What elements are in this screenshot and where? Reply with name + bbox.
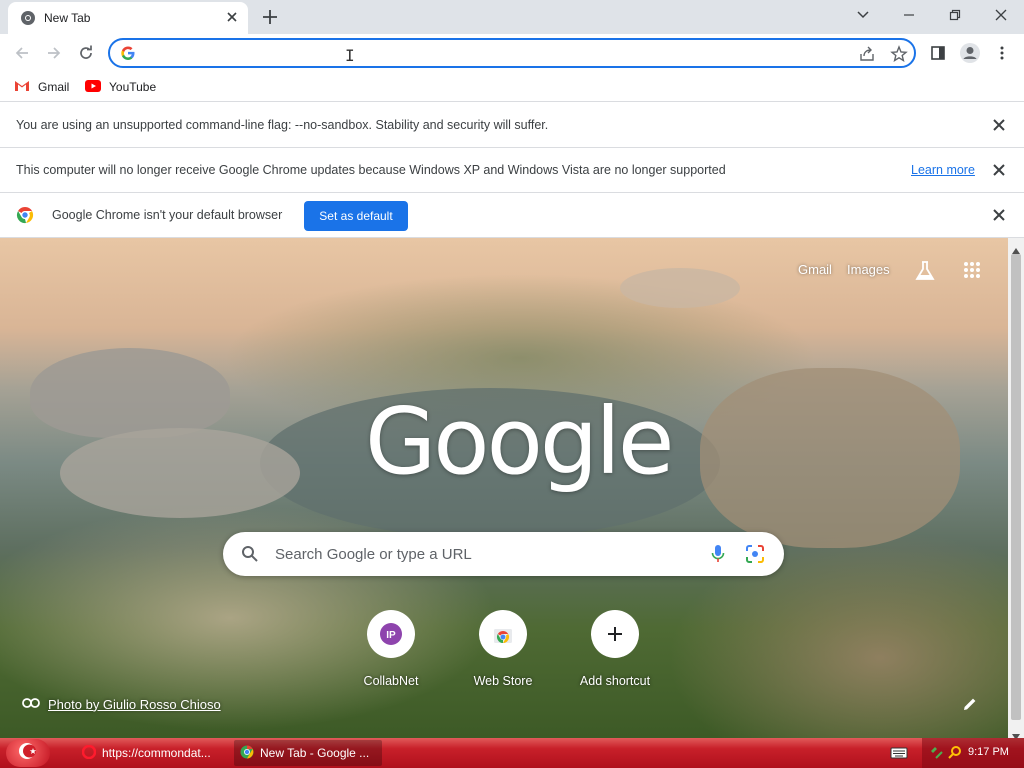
- toolbar: I: [0, 34, 1024, 72]
- taskbar: https://commondat... New Tab - Google ..…: [0, 738, 1024, 768]
- taskbar-item-label: New Tab - Google ...: [260, 746, 370, 760]
- chrome-tab-icon: [20, 10, 36, 31]
- learn-more-link[interactable]: Learn more: [911, 163, 975, 177]
- tab-new-tab[interactable]: New Tab: [8, 2, 248, 34]
- google-g-icon: [120, 45, 136, 66]
- photo-credit-link[interactable]: Photo by Giulio Rosso Chioso: [22, 695, 221, 713]
- crescent-star-icon: [17, 740, 39, 767]
- google-apps-icon[interactable]: [963, 261, 981, 284]
- infobar-updates: This computer will no longer receive Goo…: [0, 148, 1024, 193]
- ntp-search-box[interactable]: Search Google or type a URL: [223, 532, 784, 576]
- shortcut-label: Add shortcut: [579, 674, 651, 688]
- chrome-logo-icon: [16, 206, 34, 227]
- system-clock: 9:17 PM: [968, 746, 1009, 758]
- chrome-taskbar-icon: [240, 745, 254, 762]
- infobar-message: Google Chrome isn't your default browser: [52, 208, 283, 222]
- address-bar[interactable]: I: [108, 38, 916, 68]
- taskbar-item-new-tab[interactable]: New Tab - Google ...: [234, 740, 382, 766]
- background-rock: [60, 428, 300, 518]
- address-input[interactable]: [144, 44, 844, 62]
- vertical-scrollbar[interactable]: [1008, 238, 1024, 740]
- network-icon[interactable]: [930, 746, 944, 765]
- infobar-sandbox: You are using an unsupported command-lin…: [0, 103, 1024, 148]
- link-icon: [22, 697, 40, 712]
- bookmark-star-icon[interactable]: [890, 45, 908, 68]
- new-tab-page: Gmail Images Google Search Google or typ…: [0, 238, 1008, 738]
- lens-camera-icon[interactable]: [745, 544, 765, 569]
- title-bar: New Tab: [0, 0, 1024, 34]
- voice-search-icon[interactable]: [710, 544, 726, 569]
- close-icon[interactable]: [990, 206, 1008, 224]
- tab-search-button[interactable]: [845, 4, 881, 26]
- gmail-link[interactable]: Gmail: [798, 262, 832, 277]
- youtube-icon: [85, 79, 101, 95]
- opera-icon: [81, 744, 97, 762]
- start-button[interactable]: [6, 739, 50, 767]
- bookmark-gmail[interactable]: Gmail: [14, 78, 69, 96]
- keyboard-icon[interactable]: [890, 745, 908, 766]
- gmail-icon: [14, 80, 30, 95]
- collabnet-icon: IP: [367, 610, 415, 658]
- infobar-default-browser: Google Chrome isn't your default browser…: [0, 193, 1024, 238]
- close-tab-icon[interactable]: [224, 9, 240, 30]
- search-icon: [241, 545, 259, 568]
- background-rock: [620, 268, 740, 308]
- taskbar-item-commondata[interactable]: https://commondat...: [76, 740, 226, 766]
- search-placeholder: Search Google or type a URL: [275, 546, 472, 563]
- chrome-menu-button[interactable]: [989, 40, 1015, 66]
- taskbar-item-label: https://commondat...: [102, 746, 211, 760]
- close-icon[interactable]: [990, 116, 1008, 134]
- background-rock: [700, 368, 960, 548]
- images-link[interactable]: Images: [847, 262, 890, 277]
- tab-title: New Tab: [44, 11, 91, 25]
- photo-credit-text: Photo by Giulio Rosso Chioso: [48, 696, 221, 712]
- bookmark-label: Gmail: [38, 80, 70, 94]
- profile-avatar[interactable]: [957, 40, 983, 66]
- minimize-button[interactable]: [891, 4, 927, 26]
- text-cursor-icon: I: [345, 46, 355, 65]
- customize-pencil-icon[interactable]: [962, 696, 986, 716]
- set-as-default-button[interactable]: Set as default: [304, 201, 408, 231]
- add-shortcut-button[interactable]: Add shortcut: [565, 610, 665, 690]
- restore-button[interactable]: [937, 4, 973, 26]
- background-rock: [30, 348, 230, 438]
- infobar-message: You are using an unsupported command-lin…: [16, 118, 549, 132]
- shortcut-collabnet[interactable]: IP CollabNet: [341, 610, 441, 690]
- close-icon[interactable]: [990, 161, 1008, 179]
- forward-button[interactable]: [41, 40, 67, 66]
- scrollbar-thumb[interactable]: [1011, 254, 1021, 720]
- new-tab-button[interactable]: [258, 6, 282, 28]
- infobar-message: This computer will no longer receive Goo…: [16, 163, 726, 177]
- search-tray-icon[interactable]: [948, 745, 962, 764]
- plus-icon: [591, 610, 639, 658]
- shortcut-label: Web Store: [473, 674, 533, 688]
- google-logo: Google: [365, 388, 674, 495]
- bookmarks-bar: Gmail YouTube: [0, 72, 1024, 102]
- labs-flask-icon[interactable]: [914, 260, 936, 287]
- shortcut-web-store[interactable]: Web Store: [453, 610, 553, 690]
- bookmark-youtube[interactable]: YouTube: [85, 78, 156, 96]
- back-button[interactable]: [9, 40, 35, 66]
- close-window-button[interactable]: [983, 4, 1019, 26]
- svg-text:IP: IP: [386, 630, 396, 641]
- share-icon[interactable]: [858, 45, 876, 68]
- shortcut-label: CollabNet: [363, 674, 419, 688]
- web-store-icon: [479, 610, 527, 658]
- side-panel-button[interactable]: [925, 40, 951, 66]
- bookmark-label: YouTube: [109, 80, 157, 94]
- reload-button[interactable]: [73, 40, 99, 66]
